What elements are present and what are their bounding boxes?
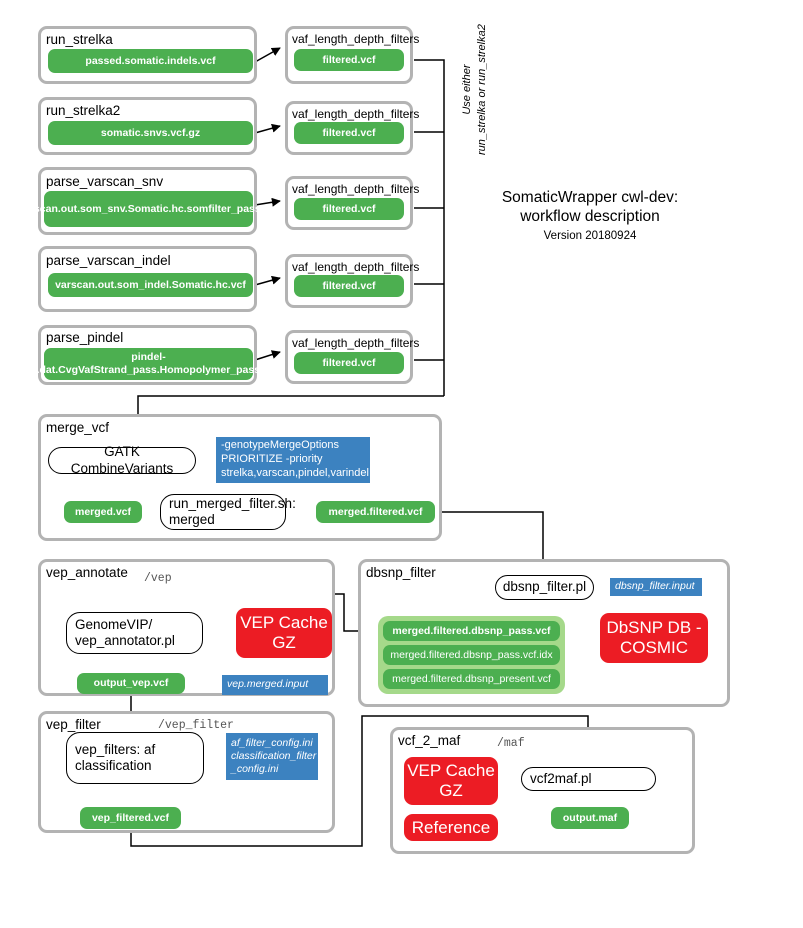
file-vep-filtered-vcf: vep_filtered.vcf (80, 807, 181, 829)
step-vep-annotate-path: /vep (144, 572, 172, 585)
diagram-title: SomaticWrapper cwl-dev: workflow descrip… (490, 188, 690, 243)
file-filtered-vcf-5: filtered.vcf (294, 352, 404, 374)
workflow-diagram: run_strelka passed.somatic.indels.vcf va… (0, 0, 803, 928)
step-vep-annotate-title: vep_annotate (46, 565, 128, 580)
gatk-combinevariants-process: GATK CombineVariants (48, 444, 196, 476)
file-filtered-vcf-1: filtered.vcf (294, 49, 404, 71)
run-merged-filter-process: run_merged_filter.sh: merged (160, 494, 296, 530)
file-dbsnp-pass-vcf-idx: merged.filtered.dbsnp_pass.vcf.idx (383, 645, 560, 665)
strelka-choice-note: Use either run_strelka or run_strelka2 (460, 24, 490, 155)
step-vaf-filters-3-title: vaf_length_depth_filters (292, 182, 420, 196)
file-varscan-som-snv-vcf: varscan.out.som_snv.Somatic.hc.somfilter… (18, 191, 279, 227)
vcf2maf-process: vcf2maf.pl (521, 767, 656, 791)
diagram-title-version: Version 20180924 (543, 229, 637, 242)
vep-merged-input-config: vep.merged.input (222, 675, 328, 695)
step-vaf-filters-2-title: vaf_length_depth_filters (292, 107, 420, 121)
file-filtered-vcf-4: filtered.vcf (294, 275, 404, 297)
step-parse-pindel-title: parse_pindel (46, 330, 124, 345)
file-pindel-raw-vcf: pindel-raw.dat.CvgVafStrand_pass.Homopol… (19, 348, 278, 380)
step-run-strelka-title: run_strelka (46, 32, 113, 47)
vep-cache-gz-resource-annotate: VEP Cache GZ (236, 608, 332, 658)
dbsnp-cosmic-db-resource: DbSNP DB - COSMIC (600, 613, 708, 663)
step-parse-varscan-indel-title: parse_varscan_indel (46, 253, 171, 268)
file-merged-filtered-vcf: merged.filtered.vcf (316, 501, 435, 523)
vep-cache-gz-resource-maf: VEP Cache GZ (404, 757, 498, 805)
strelka-choice-note-line2: run_strelka or run_strelka2 (475, 24, 488, 155)
step-vaf-filters-1-title: vaf_length_depth_filters (292, 32, 420, 46)
strelka-choice-note-line1: Use either (461, 64, 473, 115)
step-vcf-2-maf-title: vcf_2_maf (398, 733, 461, 748)
file-merged-vcf: merged.vcf (64, 501, 142, 523)
step-vcf-2-maf-path: /maf (497, 737, 525, 750)
file-filtered-vcf-2: filtered.vcf (294, 122, 404, 144)
file-somatic-snvs-vcf-gz: somatic.snvs.vcf.gz (48, 121, 253, 145)
diagram-title-line2: workflow description (520, 208, 660, 226)
diagram-title-line1: SomaticWrapper cwl-dev: (501, 189, 679, 206)
step-vep-filter-path: /vep_filter (158, 719, 234, 732)
step-vaf-filters-4-title: vaf_length_depth_filters (292, 260, 420, 274)
vep-filters-process: vep_filters: af classification (66, 732, 204, 784)
file-dbsnp-present-vcf: merged.filtered.dbsnp_present.vcf (383, 669, 560, 689)
vep-filter-config-box: af_filter_config.ini classification_filt… (226, 733, 318, 780)
reference-resource: Reference (404, 814, 498, 841)
step-vep-filter-title: vep_filter (46, 717, 101, 732)
dbsnp-filter-input-config: dbsnp_filter.input (610, 578, 702, 596)
gatk-params-box: -genotypeMergeOptions PRIORITIZE -priori… (216, 437, 370, 483)
file-dbsnp-pass-vcf: merged.filtered.dbsnp_pass.vcf (383, 621, 560, 641)
vep-annotator-process: GenomeVIP/ vep_annotator.pl (66, 612, 203, 654)
file-varscan-som-indel-vcf: varscan.out.som_indel.Somatic.hc.vcf (48, 273, 253, 297)
step-dbsnp-filter-title: dbsnp_filter (366, 565, 436, 580)
file-filtered-vcf-3: filtered.vcf (294, 198, 404, 220)
step-merge-vcf-title: merge_vcf (46, 420, 110, 435)
step-parse-varscan-snv-title: parse_varscan_snv (46, 174, 164, 189)
dbsnp-filter-process: dbsnp_filter.pl (495, 575, 594, 600)
file-output-vep-vcf: output_vep.vcf (77, 673, 185, 694)
file-output-maf: output.maf (551, 807, 629, 829)
step-run-strelka2-title: run_strelka2 (46, 103, 121, 118)
file-passed-somatic-indels-vcf: passed.somatic.indels.vcf (48, 49, 253, 73)
step-vaf-filters-5-title: vaf_length_depth_filters (292, 336, 420, 350)
